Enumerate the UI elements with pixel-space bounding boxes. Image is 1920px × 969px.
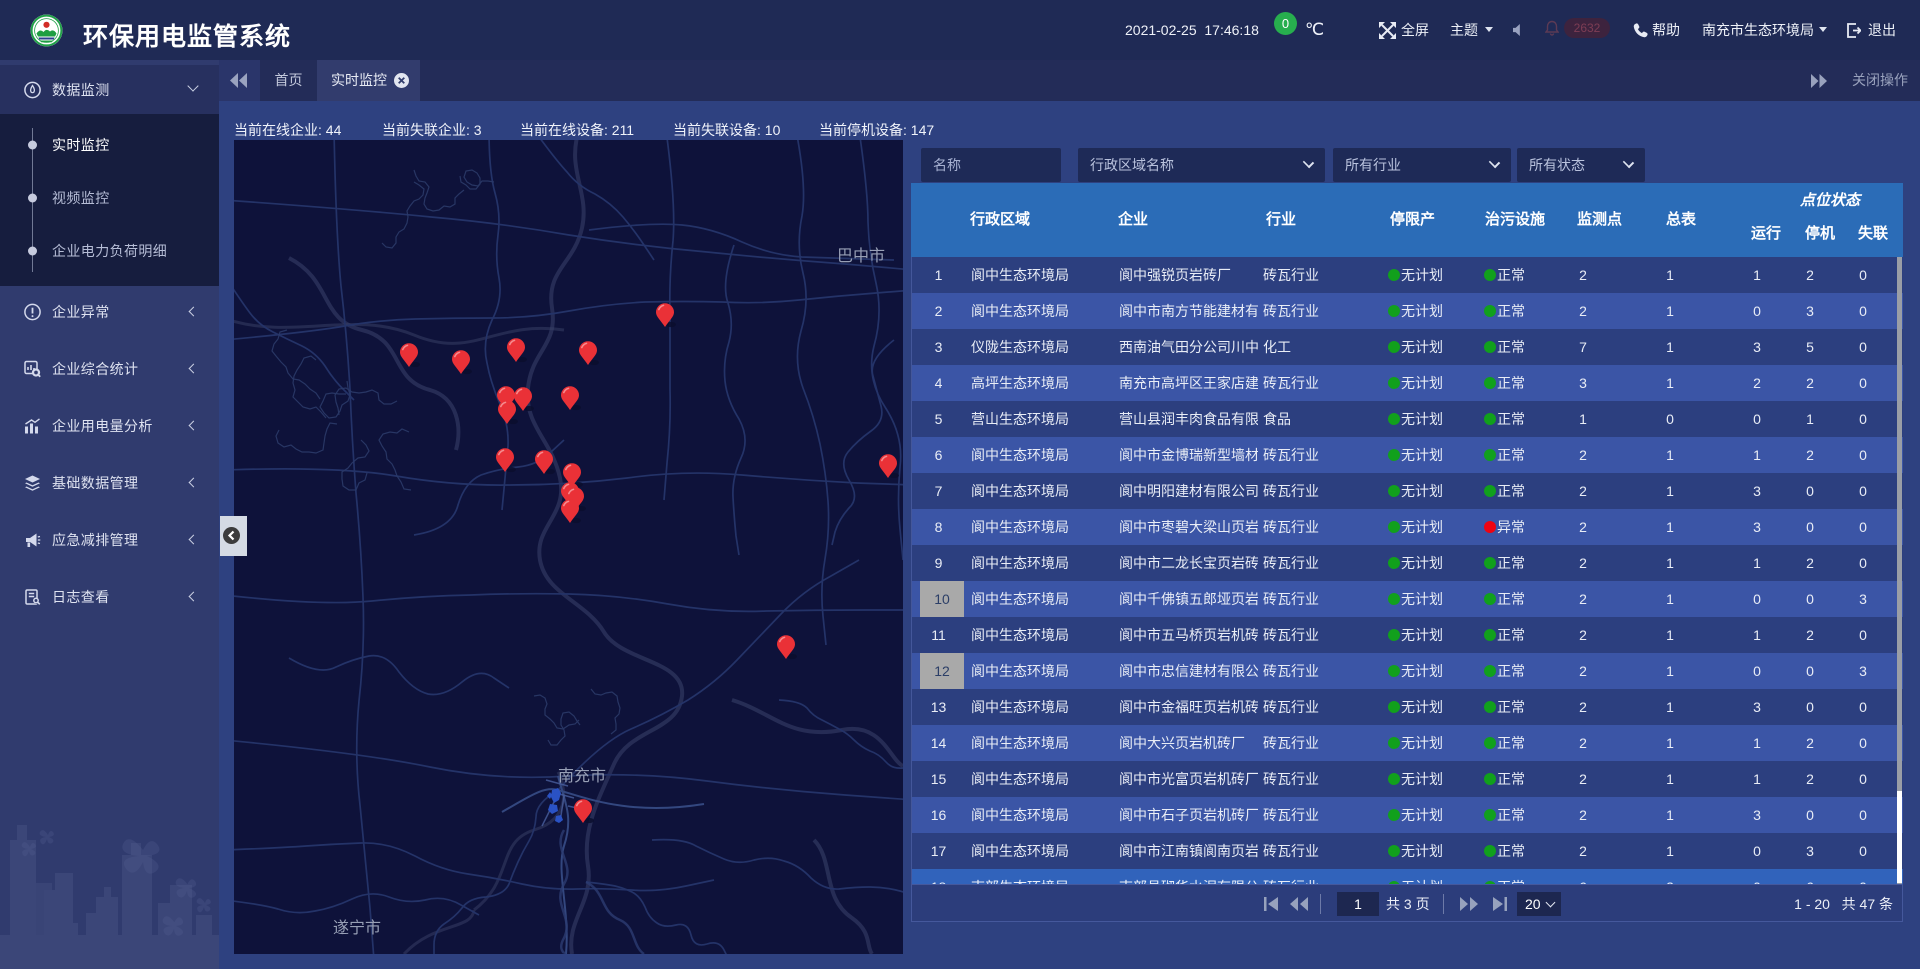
svg-text:巴中市: 巴中市 xyxy=(837,247,885,265)
svg-text:南充市: 南充市 xyxy=(558,767,606,785)
svg-text:遂宁市: 遂宁市 xyxy=(333,919,381,937)
